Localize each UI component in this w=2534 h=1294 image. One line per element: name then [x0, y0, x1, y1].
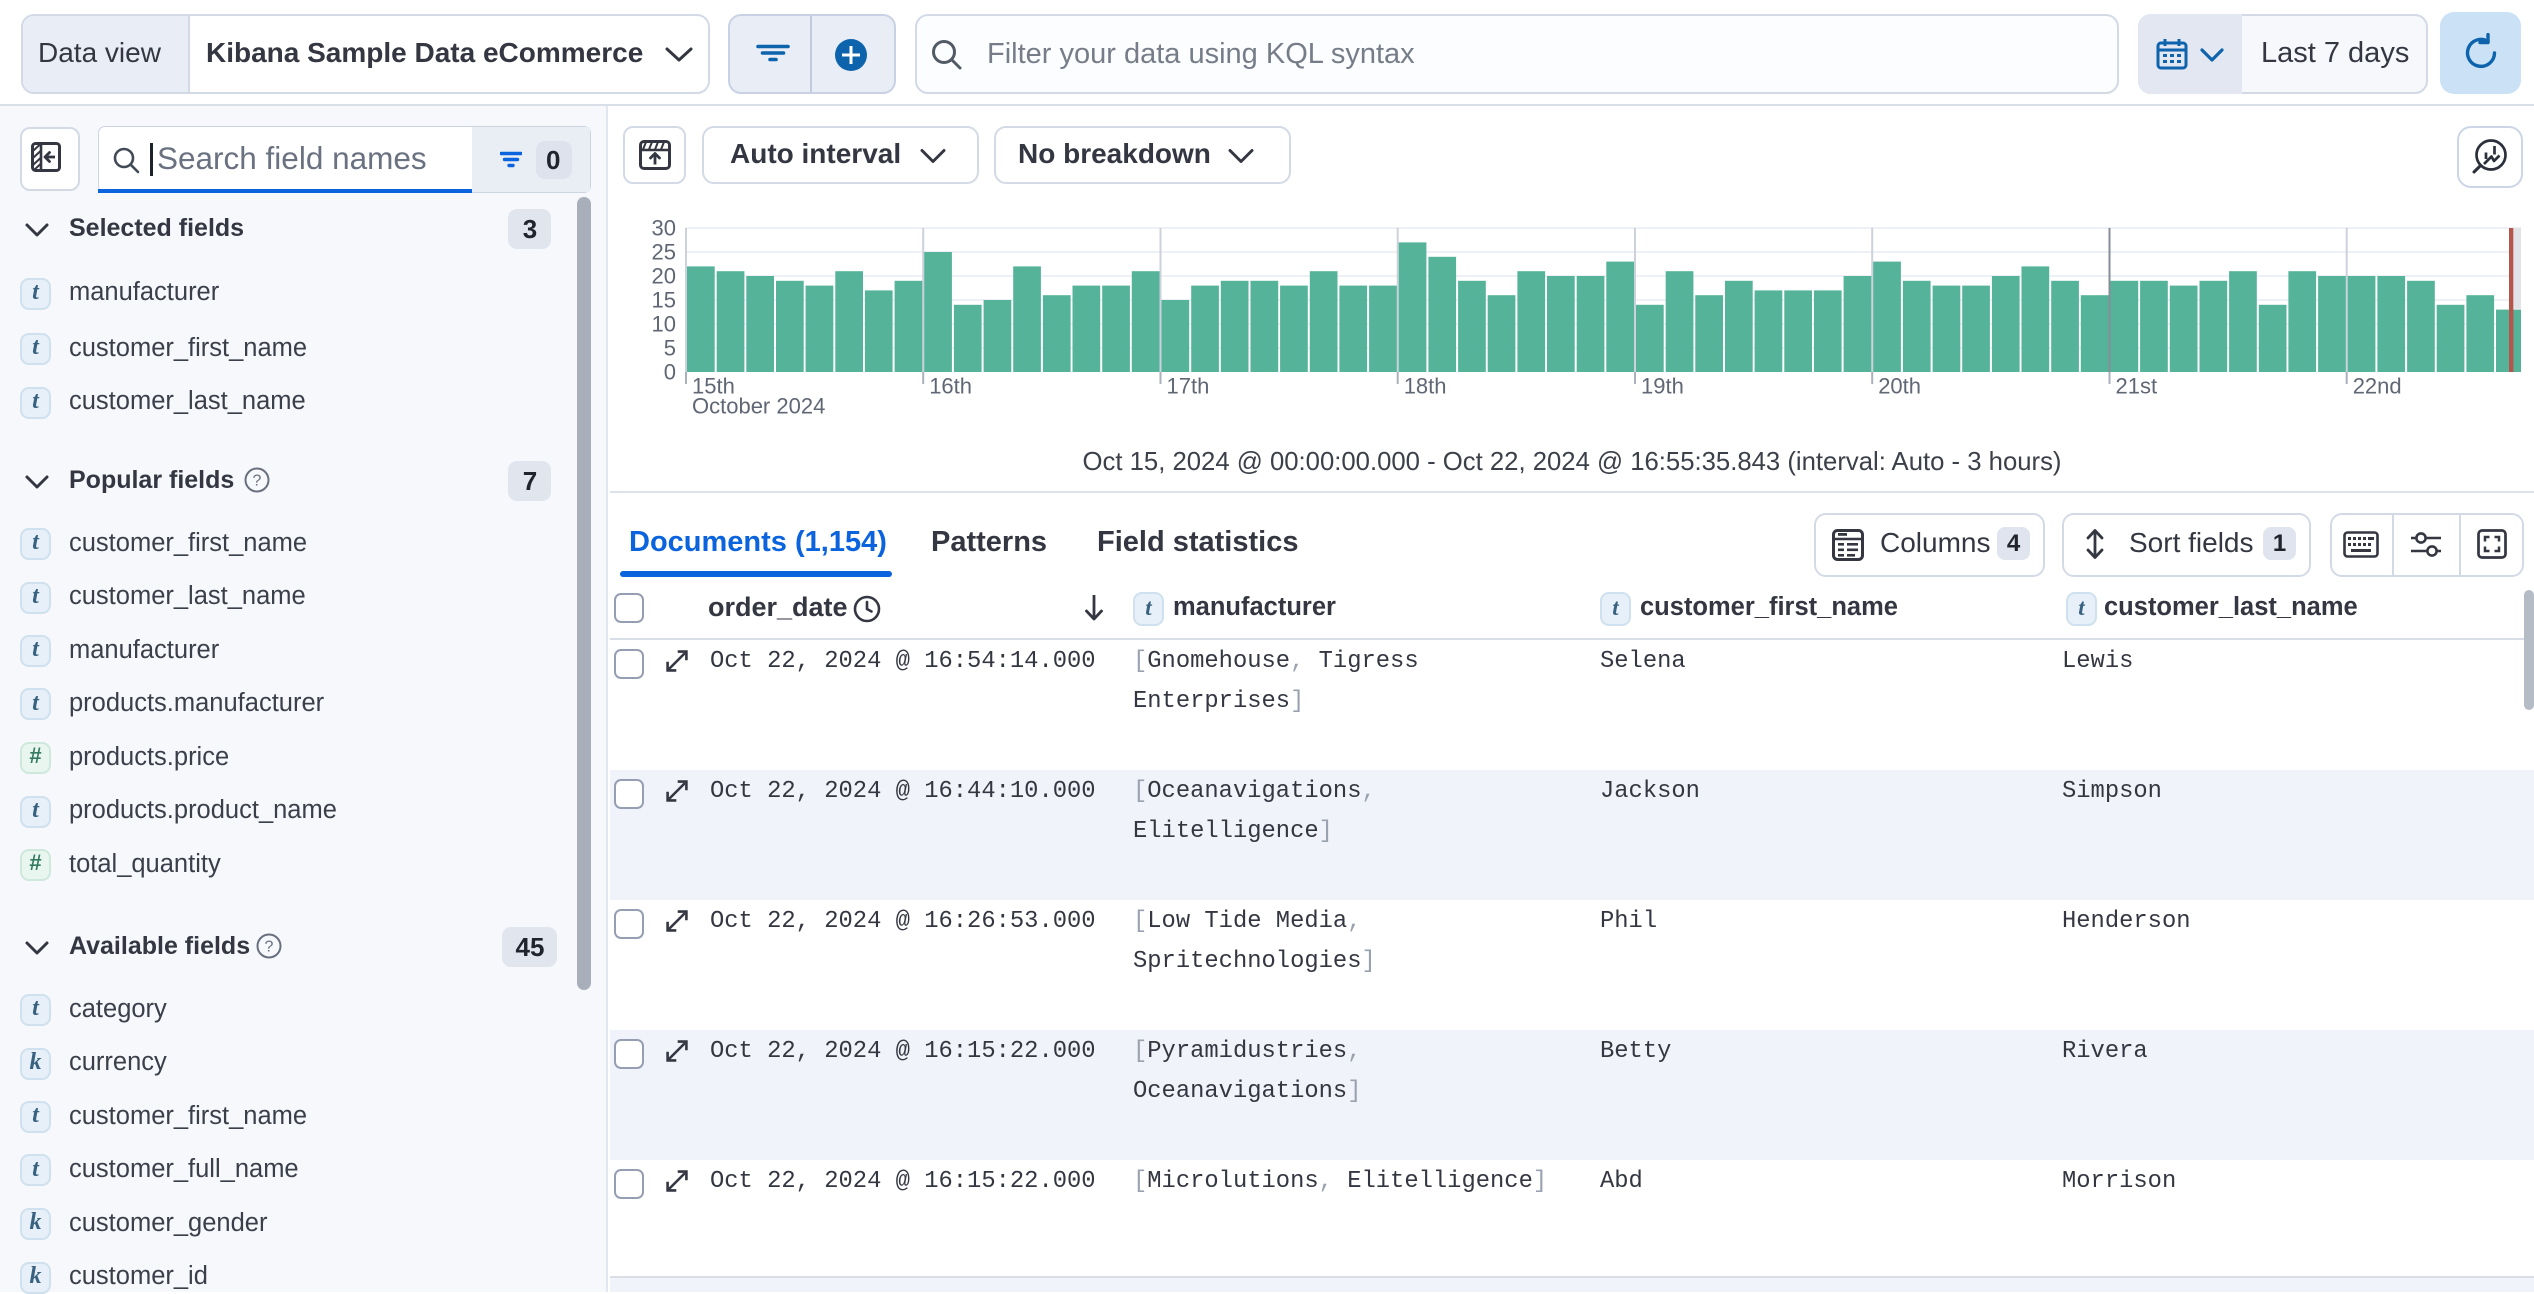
svg-text:17th: 17th: [1167, 374, 1210, 399]
svg-text:21st: 21st: [2116, 374, 2158, 399]
svg-text:19th: 19th: [1641, 374, 1684, 399]
svg-text:October 2024: October 2024: [692, 394, 825, 419]
svg-text:25: 25: [652, 240, 676, 265]
svg-text:16th: 16th: [929, 374, 972, 399]
svg-text:20: 20: [652, 264, 676, 289]
svg-text:0: 0: [664, 360, 676, 385]
svg-text:18th: 18th: [1404, 374, 1447, 399]
svg-text:20th: 20th: [1878, 374, 1921, 399]
svg-text:22nd: 22nd: [2353, 374, 2402, 399]
svg-text:5: 5: [664, 336, 676, 361]
svg-text:30: 30: [652, 216, 676, 241]
svg-text:10: 10: [652, 312, 676, 337]
svg-text:?: ?: [253, 473, 262, 490]
svg-text:15: 15: [652, 288, 676, 313]
svg-text:?: ?: [265, 939, 274, 956]
